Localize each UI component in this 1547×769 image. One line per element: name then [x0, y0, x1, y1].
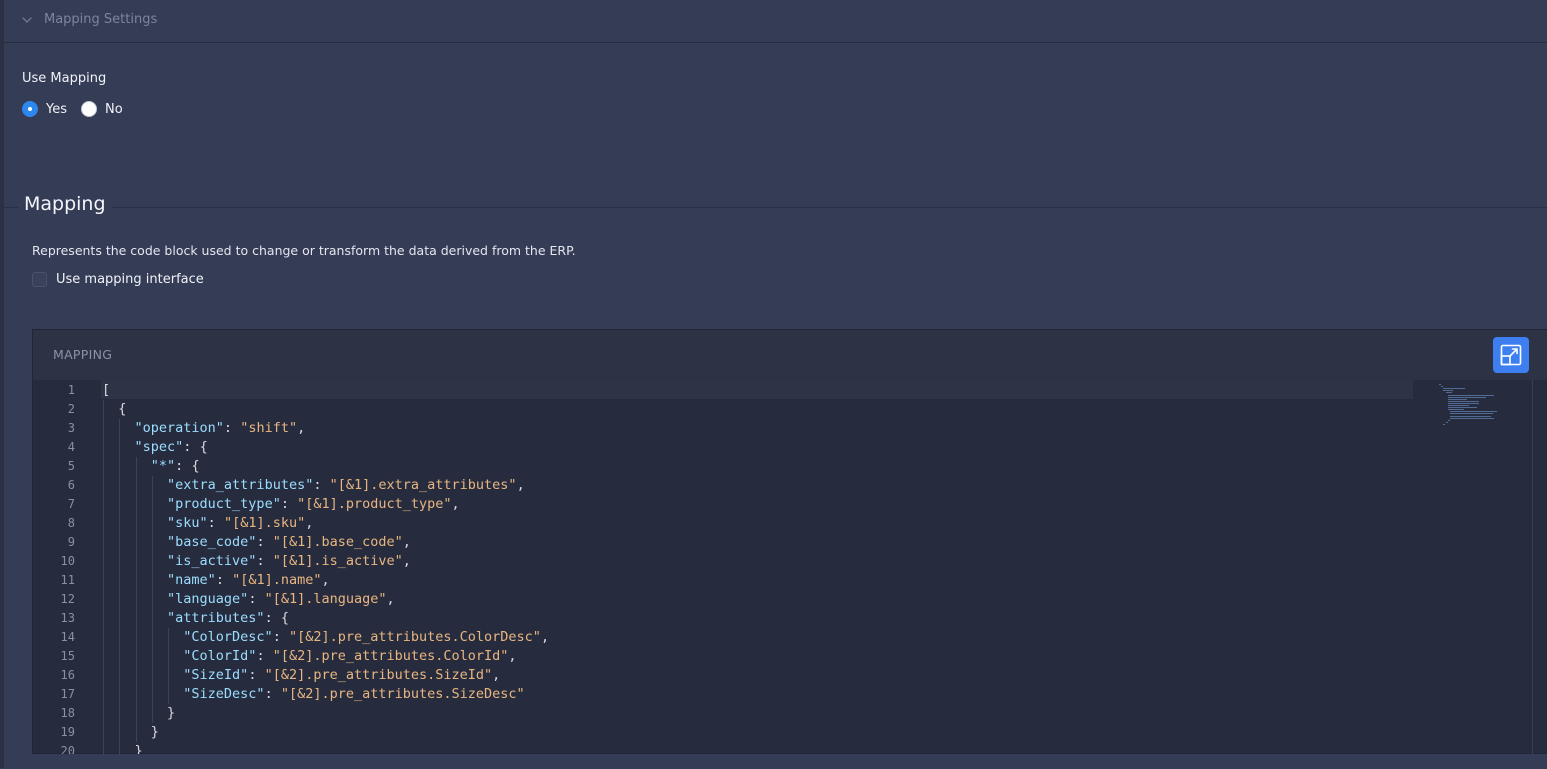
minimap-line	[1450, 417, 1495, 419]
radio-no-label: No	[105, 101, 123, 117]
line-number: 8	[67, 516, 75, 530]
minimap-line	[1443, 390, 1453, 392]
editor-title: MAPPING	[53, 347, 113, 362]
code-line: "product_type": "[&1].product_type",	[167, 496, 460, 512]
minimap-line	[1447, 419, 1450, 421]
expand-button[interactable]	[1493, 337, 1529, 373]
radio-no-indicator[interactable]	[81, 101, 97, 117]
line-number: 15	[60, 649, 75, 663]
code-line: "is_active": "[&1].is_active",	[167, 553, 411, 569]
code-line: "base_code": "[&1].base_code",	[167, 534, 411, 550]
expand-icon[interactable]	[1500, 344, 1522, 366]
code-line: "operation": "shift",	[134, 420, 306, 436]
line-number: 11	[60, 573, 75, 587]
minimap-line	[1439, 384, 1441, 385]
minimap-line	[1447, 400, 1480, 402]
line-number: 4	[67, 440, 75, 454]
minimap-line	[1445, 421, 1448, 423]
line-number: 3	[67, 421, 75, 435]
line-number: 1	[67, 383, 75, 397]
line-number: 17	[60, 687, 75, 701]
mapping-description: Represents the code block used to change…	[32, 243, 576, 258]
radio-yes[interactable]: Yes	[22, 101, 67, 117]
minimap-line	[1450, 411, 1498, 413]
code-line: "name": "[&1].name",	[167, 572, 330, 588]
mapping-legend: Mapping	[18, 193, 112, 215]
minimap-line	[1450, 415, 1491, 417]
minimap-line	[1445, 392, 1452, 394]
line-number: 10	[60, 554, 75, 568]
minimap-line	[1441, 386, 1444, 388]
radio-yes-label: Yes	[46, 101, 67, 117]
minimap-line	[1447, 394, 1494, 396]
minimap-line	[1443, 388, 1466, 390]
current-line-highlight	[101, 380, 1413, 399]
minimap-line	[1443, 423, 1446, 425]
radio-no[interactable]: No	[81, 101, 123, 117]
use-mapping-interface-label: Use mapping interface	[56, 272, 204, 287]
code-line: "extra_attributes": "[&1].extra_attribut…	[167, 477, 525, 493]
code-line: "ColorDesc": "[&2].pre_attributes.ColorD…	[183, 629, 550, 645]
code-line: "sku": "[&1].sku",	[167, 515, 314, 531]
code-line: "language": "[&1].language",	[167, 591, 395, 607]
radio-yes-indicator[interactable]	[22, 101, 38, 117]
section-title: Mapping Settings	[44, 12, 158, 27]
code-line: "SizeDesc": "[&2].pre_attributes.SizeDes…	[183, 686, 525, 702]
use-mapping-interface-option[interactable]: Use mapping interface	[32, 272, 204, 287]
code-line: }	[102, 705, 176, 721]
code-line: "spec": {	[134, 439, 208, 455]
line-number-gutter: 1 2 3 4 5 6 7 8 9 10 11 12 13 14 15 16 17 18 19 20	[33, 380, 93, 754]
line-number: 7	[67, 497, 75, 511]
code-minimap[interactable]	[1417, 380, 1533, 754]
minimap-line	[1447, 409, 1464, 411]
line-number: 5	[67, 459, 75, 473]
line-number: 12	[60, 592, 75, 606]
minimap-line	[1447, 398, 1467, 400]
editor-header: MAPPING	[33, 330, 1547, 380]
code-line: [	[102, 382, 111, 398]
line-number: 16	[60, 668, 75, 682]
code-editor-panel: MAPPING 1 2 3 4 5 6 7 8 9 10 11 12 13 14 15 16 17 18 19 20 …	[32, 329, 1547, 754]
line-number: 6	[67, 478, 75, 492]
chevron-down-icon[interactable]	[20, 13, 34, 27]
minimap-line	[1450, 413, 1494, 415]
code-line: "SizeId": "[&2].pre_attributes.SizeId",	[183, 667, 501, 683]
code-line: }	[102, 743, 143, 754]
use-mapping-radio-group: Yes No	[22, 100, 137, 118]
line-number: 2	[67, 402, 75, 416]
use-mapping-label: Use Mapping	[22, 71, 107, 86]
minimap-line	[1447, 405, 1469, 406]
code-editor[interactable]: 1 2 3 4 5 6 7 8 9 10 11 12 13 14 15 16 17 18 19 20 [ { "ope…	[33, 380, 1533, 754]
line-number: 20	[60, 744, 75, 754]
code-line: {	[102, 401, 127, 417]
code-line: "ColorId": "[&2].pre_attributes.ColorId"…	[183, 648, 517, 664]
mapping-settings-header[interactable]: Mapping Settings	[4, 0, 1547, 43]
line-number: 9	[67, 535, 75, 549]
code-line: "*": {	[150, 458, 200, 474]
use-mapping-interface-checkbox[interactable]	[32, 272, 47, 287]
line-number: 18	[60, 706, 75, 720]
minimap-line	[1447, 396, 1486, 398]
code-line: }	[102, 724, 159, 740]
line-number: 13	[60, 611, 75, 625]
minimap-line	[1447, 402, 1480, 404]
minimap-line	[1447, 407, 1478, 409]
code-line: "attributes": {	[167, 610, 289, 626]
line-number: 19	[60, 725, 75, 739]
line-number: 14	[60, 630, 75, 644]
